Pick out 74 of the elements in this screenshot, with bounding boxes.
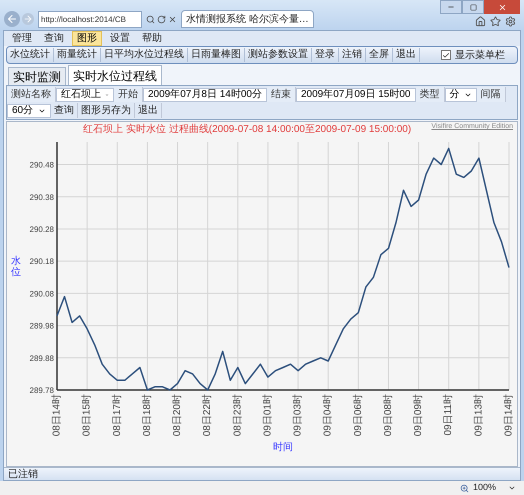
- zoom-icon: [460, 484, 469, 492]
- start-time-field[interactable]: 2009年07月8日 14时00分: [143, 88, 267, 102]
- x-tick-label: 08日23时: [232, 394, 244, 436]
- home-icon[interactable]: [475, 16, 486, 27]
- refresh-icon[interactable]: [157, 15, 166, 24]
- type-dropdown[interactable]: 分: [444, 88, 476, 102]
- menu-item[interactable]: 图形: [72, 31, 102, 46]
- x-tick-label: 08日15时: [82, 394, 93, 436]
- x-tick-label: 09日03时: [292, 394, 304, 436]
- toolbar-button[interactable]: 注销: [339, 48, 366, 62]
- y-tick-label: 289.78: [30, 386, 54, 395]
- x-tick-label: 09日06时: [352, 394, 364, 436]
- search-icon[interactable]: [146, 15, 155, 24]
- query-bar-button[interactable]: 图形另存为: [78, 103, 135, 118]
- close-icon[interactable]: [168, 15, 177, 24]
- y-tick-label: 290.18: [30, 257, 54, 266]
- toolbar-button[interactable]: 全屏: [366, 48, 393, 62]
- x-tick-label: 09日11时: [443, 394, 454, 436]
- x-tick-label: 08日17时: [112, 394, 123, 436]
- check-icon: [442, 50, 450, 60]
- x-tick-label: 09日04时: [322, 394, 334, 436]
- station-label: 测站名称: [7, 87, 56, 102]
- end-time-field[interactable]: 2009年07月09日 15时00: [296, 88, 416, 102]
- close-icon: [498, 2, 506, 12]
- toolbar-button[interactable]: 退出: [393, 48, 420, 62]
- address-bar[interactable]: http://localhost:2014/CB: [38, 11, 142, 28]
- browser-tab[interactable]: 水情测报系统 哈尔滨今量…: [181, 10, 314, 28]
- settings-icon[interactable]: [505, 16, 516, 27]
- toolbar-button[interactable]: 登录: [312, 48, 339, 62]
- interval-label: 间隔: [476, 87, 506, 102]
- x-tick-label: 09日14时: [504, 394, 514, 436]
- x-tick-label: 08日14时: [52, 394, 62, 436]
- toolbar-button[interactable]: 水位统计: [7, 48, 54, 62]
- start-label: 开始: [114, 87, 143, 102]
- y-axis-title: 水位: [11, 256, 21, 278]
- y-tick-label: 290.38: [30, 192, 54, 202]
- menu-item[interactable]: 管理: [8, 32, 36, 45]
- query-bar-button[interactable]: 查询: [51, 103, 78, 118]
- x-tick-label: 08日20时: [172, 394, 184, 436]
- station-dropdown[interactable]: 红石坝上: [56, 88, 114, 102]
- query-bar-button[interactable]: 退出: [135, 103, 162, 118]
- menu-item[interactable]: 帮助: [138, 32, 166, 45]
- interval-dropdown[interactable]: 60分: [7, 104, 51, 118]
- x-tick-label: 08日22时: [202, 394, 214, 436]
- x-tick-label: 09日09时: [413, 394, 424, 436]
- y-tick-label: 290.08: [30, 289, 54, 298]
- menu-item[interactable]: 设置: [106, 32, 134, 45]
- tab[interactable]: 实时水位过程线: [68, 65, 162, 85]
- checkbox-label: 显示菜单栏: [455, 48, 505, 62]
- x-tick-label: 09日08时: [382, 394, 394, 436]
- chart-title: 红石坝上 实时水位 过程曲线(2009-07-08 14:00:00至2009-07-09 15:00:00): [82, 122, 412, 137]
- x-axis-title: 时间: [273, 442, 293, 453]
- menu-item[interactable]: 查询: [40, 32, 68, 45]
- toolbar-button[interactable]: 日雨量棒图: [188, 48, 245, 62]
- x-tick-label: 09日01时: [262, 394, 274, 436]
- toolbar-button[interactable]: 雨量统计: [54, 48, 101, 62]
- y-tick-label: 290.48: [30, 160, 54, 170]
- x-tick-label: 08日18时: [142, 394, 153, 436]
- y-tick-label: 289.88: [30, 354, 54, 363]
- type-label: 类型: [416, 87, 444, 102]
- maximize-icon: [470, 4, 476, 10]
- star-icon[interactable]: [490, 16, 501, 27]
- y-tick-label: 290.28: [30, 224, 54, 234]
- end-label: 结束: [266, 87, 296, 102]
- tab[interactable]: 实时监测: [8, 67, 66, 85]
- maximize-button[interactable]: [462, 0, 484, 14]
- checkbox[interactable]: [441, 50, 451, 60]
- zoom-level[interactable]: 100%: [472, 481, 496, 495]
- y-tick-label: 289.98: [30, 322, 54, 331]
- toolbar-button[interactable]: 日平均水位过程线: [101, 48, 188, 62]
- x-tick-label: 09日13时: [473, 394, 484, 436]
- status-text: 已注销: [8, 468, 38, 482]
- toolbar-button[interactable]: 测站参数设置: [245, 48, 312, 62]
- caret-icon[interactable]: [508, 484, 516, 492]
